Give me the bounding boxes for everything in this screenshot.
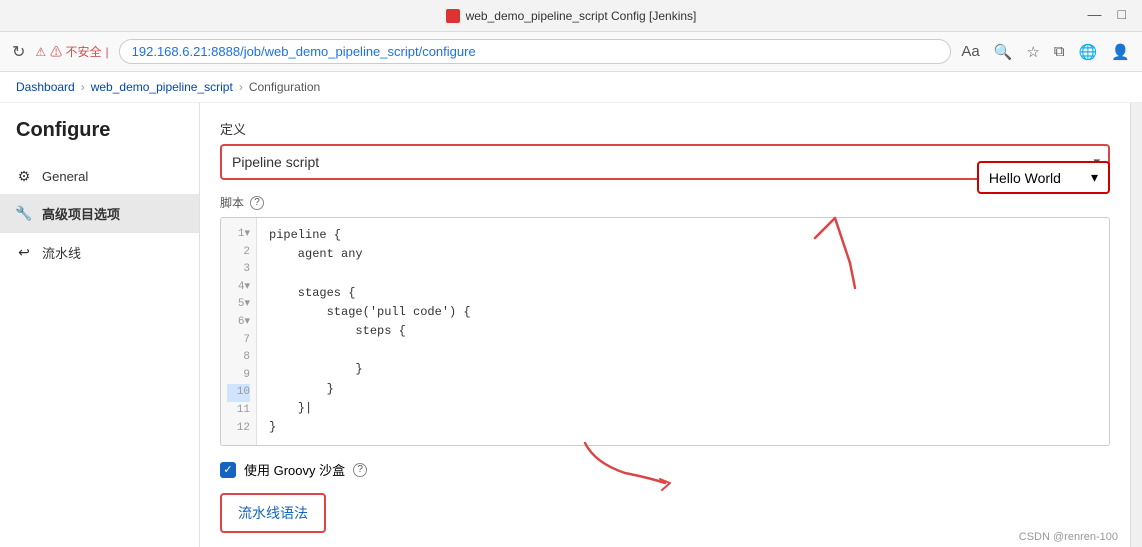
browser-titlebar: web_demo_pipeline_script Config [Jenkins… bbox=[0, 0, 1142, 32]
definition-label: 定义 bbox=[220, 119, 1110, 138]
breadcrumb-dashboard[interactable]: Dashboard bbox=[16, 80, 75, 94]
sidebar-title: Configure bbox=[0, 119, 199, 158]
code-editor[interactable]: 1▾ 2 3 4▾ 5▾ 6▾ 7 8 9 10 11 12 pipeline … bbox=[220, 217, 1110, 446]
sidebar-item-advanced[interactable]: 🔧 高级项目选项 bbox=[0, 194, 199, 233]
sidebar-item-general-label: General bbox=[42, 169, 88, 184]
address-bar: ↻ ⚠ ⚠ 不安全 | 192.168.6.21:8888/job/web_de… bbox=[0, 32, 1142, 72]
collections-icon[interactable]: ⧉ bbox=[1054, 43, 1065, 61]
edge-icon: 🌐 bbox=[1079, 43, 1098, 61]
pipeline-icon: ↩ bbox=[16, 245, 32, 261]
groovy-sandbox-checkbox[interactable]: ✓ bbox=[220, 462, 236, 478]
address-input[interactable]: 192.168.6.21:8888/job/web_demo_pipeline_… bbox=[119, 39, 952, 64]
groovy-section: ✓ 使用 Groovy 沙盒 ? bbox=[220, 460, 1110, 479]
browser-controls[interactable]: — □ bbox=[1088, 6, 1126, 22]
gear-icon: ⚙ bbox=[16, 168, 32, 184]
groovy-sandbox-label: 使用 Groovy 沙盒 bbox=[244, 460, 345, 479]
maximize-button[interactable]: □ bbox=[1118, 6, 1126, 22]
sidebar-item-pipeline[interactable]: ↩ 流水线 bbox=[0, 233, 199, 272]
minimize-button[interactable]: — bbox=[1088, 6, 1102, 22]
code-content[interactable]: pipeline { agent any stages { stage('pul… bbox=[257, 218, 1109, 445]
browser-action-icons: Aa 🔍 ☆ ⧉ 🌐 👤 bbox=[961, 43, 1130, 61]
breadcrumb-job[interactable]: web_demo_pipeline_script bbox=[91, 80, 233, 94]
search-icon[interactable]: 🔍 bbox=[994, 43, 1013, 61]
line-numbers: 1▾ 2 3 4▾ 5▾ 6▾ 7 8 9 10 11 12 bbox=[221, 218, 257, 445]
pipeline-syntax-section: 流水线语法 bbox=[220, 493, 1110, 533]
profile-icon[interactable]: 👤 bbox=[1111, 43, 1130, 61]
star-icon[interactable]: ☆ bbox=[1026, 43, 1039, 61]
content-area: 定义 Pipeline script Pipeline script from … bbox=[200, 103, 1130, 547]
breadcrumb-current: Configuration bbox=[249, 80, 320, 94]
sidebar: Configure ⚙ General 🔧 高级项目选项 ↩ 流水线 bbox=[0, 103, 200, 547]
security-warning: ⚠ ⚠ 不安全 | bbox=[35, 43, 108, 60]
script-help-icon[interactable]: ? bbox=[250, 196, 264, 210]
main-layout: Configure ⚙ General 🔧 高级项目选项 ↩ 流水线 定义 Pi… bbox=[0, 103, 1142, 547]
sidebar-item-general[interactable]: ⚙ General bbox=[0, 158, 199, 194]
browser-title: web_demo_pipeline_script Config [Jenkins… bbox=[466, 9, 697, 23]
right-scrollbar[interactable] bbox=[1130, 103, 1142, 547]
reload-button[interactable]: ↻ bbox=[12, 42, 25, 62]
hello-world-dropdown[interactable]: Hello World ▾ bbox=[977, 161, 1110, 194]
groovy-help-icon[interactable]: ? bbox=[353, 463, 367, 477]
sidebar-item-pipeline-label: 流水线 bbox=[42, 243, 81, 262]
text-size-icon[interactable]: Aa bbox=[961, 43, 979, 61]
pipeline-syntax-link[interactable]: 流水线语法 bbox=[220, 493, 326, 533]
hello-world-chevron-icon: ▾ bbox=[1091, 169, 1098, 186]
warning-icon: ⚠ bbox=[35, 45, 46, 59]
script-section: 脚本 ? 1▾ 2 3 4▾ 5▾ 6▾ 7 8 9 10 bbox=[220, 194, 1110, 446]
favicon-icon bbox=[446, 9, 460, 23]
script-label: 脚本 ? bbox=[220, 194, 1110, 211]
breadcrumb: Dashboard › web_demo_pipeline_script › C… bbox=[0, 72, 1142, 103]
sidebar-item-advanced-label: 高级项目选项 bbox=[42, 204, 120, 223]
hello-world-label: Hello World bbox=[989, 170, 1061, 186]
watermark: CSDN @renren-100 bbox=[1019, 531, 1118, 543]
wrench-icon: 🔧 bbox=[16, 206, 32, 222]
